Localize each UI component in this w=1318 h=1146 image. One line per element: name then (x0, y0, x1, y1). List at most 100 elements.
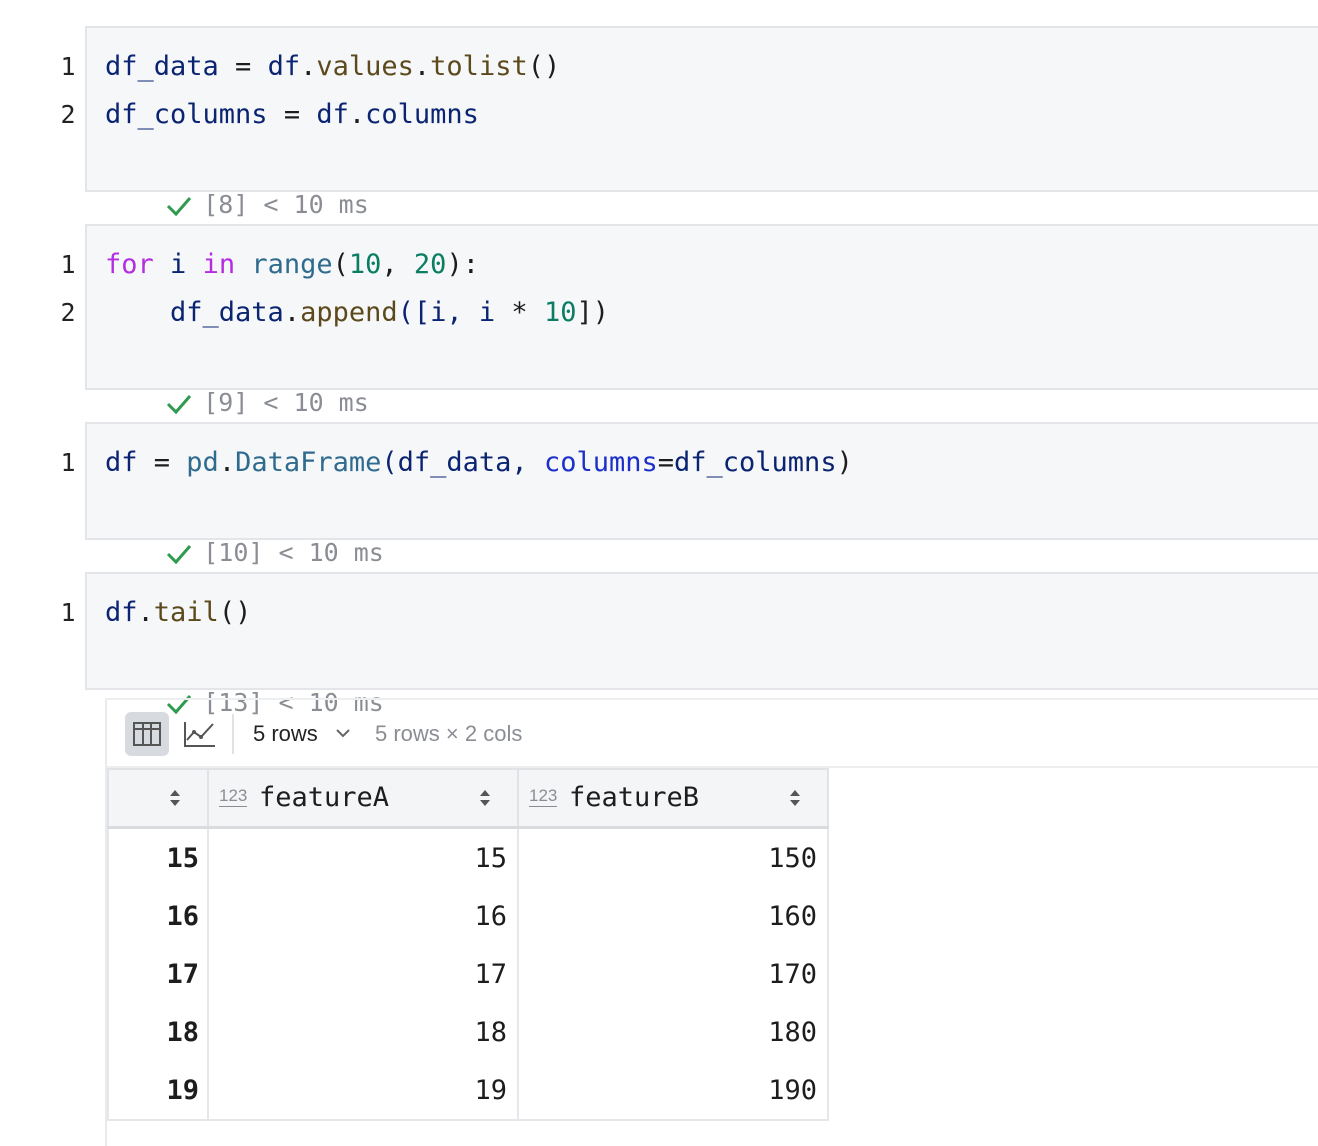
column-header-featureB[interactable]: 123 featureB (517, 768, 829, 829)
code-token: tolist (430, 51, 528, 82)
line-number: 1 (60, 52, 76, 81)
row-index: 15 (107, 827, 209, 887)
code-token: i (153, 249, 203, 280)
number-type-badge: 123 (529, 786, 558, 807)
output-toolbar: 5 rows 5 rows × 2 cols (107, 700, 1318, 768)
code-token: () (527, 51, 561, 82)
code-line[interactable]: df_data.append([i, i * 10]) (105, 289, 609, 337)
code-token: range (251, 249, 333, 280)
table-row: 19 19 190 (107, 1061, 829, 1121)
row-index: 16 (107, 887, 209, 945)
line-number: 1 (60, 598, 76, 627)
code-token: ) (836, 447, 853, 478)
line-number: 1 (60, 250, 76, 279)
row-index: 17 (107, 945, 209, 1003)
code-token: columns (365, 99, 479, 130)
code-line[interactable]: df_columns = df.columns (105, 91, 479, 139)
chevron-down-icon (336, 729, 350, 738)
index-header[interactable] (107, 768, 209, 829)
code-token: DataFrame (235, 447, 382, 478)
row-index: 18 (107, 1003, 209, 1061)
code-token: df (267, 51, 301, 82)
table-cell[interactable]: 16 (207, 887, 519, 945)
code-token: = (657, 447, 675, 478)
number-type-badge: 123 (219, 786, 248, 807)
chart-view-button[interactable] (177, 712, 221, 756)
code-cell[interactable]: df = pd.DataFrame(df_data, columns=df_co… (85, 422, 1318, 567)
code-token: () (218, 597, 252, 628)
execution-status: [9] < 10 ms (105, 343, 369, 417)
check-icon (167, 197, 192, 217)
code-token: . (348, 99, 366, 130)
rows-select[interactable]: 5 rows (253, 700, 354, 768)
code-line[interactable]: df.tail() (105, 589, 251, 637)
table-cell[interactable]: 160 (517, 887, 829, 945)
execution-status: [8] < 10 ms (105, 145, 369, 219)
code-token: df (316, 99, 349, 130)
execution-status: [13] < 10 ms (105, 643, 384, 717)
code-token: 10 (543, 297, 577, 328)
code-line[interactable]: df_data = df.values.tolist() (105, 43, 560, 91)
code-cell[interactable]: df_data = df.values.tolist() df_columns … (85, 26, 1318, 219)
line-number: 2 (60, 298, 76, 327)
dataframe-table: 123 featureA 123 featureB 15 15 150 16 1… (107, 768, 829, 1121)
execution-status: [10] < 10 ms (105, 493, 384, 567)
code-token: . (413, 51, 431, 82)
cell-output: 5 rows 5 rows × 2 cols 123 featureA 123 … (105, 698, 1318, 1146)
code-token: df (105, 447, 138, 478)
code-line[interactable]: for i in range(10, 20): (105, 241, 479, 289)
code-token: tail (153, 597, 219, 628)
sort-icon[interactable] (169, 788, 181, 808)
table-row: 17 17 170 (107, 945, 829, 1003)
column-header-featureA[interactable]: 123 featureA (207, 768, 519, 829)
table-cell[interactable]: 15 (207, 827, 519, 887)
code-token: in (202, 249, 236, 280)
code-token: . (300, 51, 317, 82)
table-cell[interactable]: 17 (207, 945, 519, 1003)
column-header-label: featureA (259, 782, 390, 813)
check-icon (167, 395, 192, 415)
table-cell[interactable]: 19 (207, 1061, 519, 1121)
code-token: 10 (348, 249, 382, 280)
code-token: , (381, 249, 414, 280)
table-row: 15 15 150 (107, 827, 829, 887)
table-cell[interactable]: 190 (517, 1061, 829, 1121)
code-token: df_columns (674, 447, 837, 478)
code-token: pd (186, 447, 219, 478)
code-token: columns (543, 447, 658, 478)
code-cell[interactable]: for i in range(10, 20): df_data.append([… (85, 224, 1318, 417)
sort-icon[interactable] (479, 788, 491, 808)
line-number: 2 (60, 100, 76, 129)
execution-status-text: [8] < 10 ms (203, 190, 369, 219)
code-cell[interactable]: df.tail() [13] < 10 ms (85, 572, 1318, 717)
table-row: 18 18 180 (107, 1003, 829, 1061)
code-token: . (283, 297, 301, 328)
code-token: df (105, 597, 138, 628)
code-token: append (300, 297, 398, 328)
line-number: 1 (60, 448, 76, 477)
code-token: ]) (576, 297, 609, 328)
table-icon (133, 722, 161, 746)
line-chart-icon (184, 722, 215, 747)
code-token: (df_data, (381, 447, 544, 478)
execution-status-text: [10] < 10 ms (203, 538, 384, 567)
code-line[interactable]: df = pd.DataFrame(df_data, columns=df_co… (105, 439, 853, 487)
row-index: 19 (107, 1061, 209, 1121)
code-token: df_data (105, 51, 219, 82)
code-token: ( (332, 249, 349, 280)
code-token: = (137, 447, 187, 478)
code-token: . (137, 597, 154, 628)
sort-icon[interactable] (789, 788, 801, 808)
table-cell[interactable]: 150 (517, 827, 829, 887)
code-token: values (316, 51, 414, 82)
code-token: 20 (413, 249, 447, 280)
table-cell[interactable]: 170 (517, 945, 829, 1003)
table-view-button[interactable] (125, 712, 169, 756)
code-token: = (267, 99, 317, 130)
table-cell[interactable]: 180 (517, 1003, 829, 1061)
table-cell[interactable]: 18 (207, 1003, 519, 1061)
column-header-label: featureB (569, 782, 700, 813)
toolbar-divider (232, 714, 234, 754)
check-icon (167, 545, 192, 565)
shape-label: 5 rows × 2 cols (375, 721, 523, 746)
